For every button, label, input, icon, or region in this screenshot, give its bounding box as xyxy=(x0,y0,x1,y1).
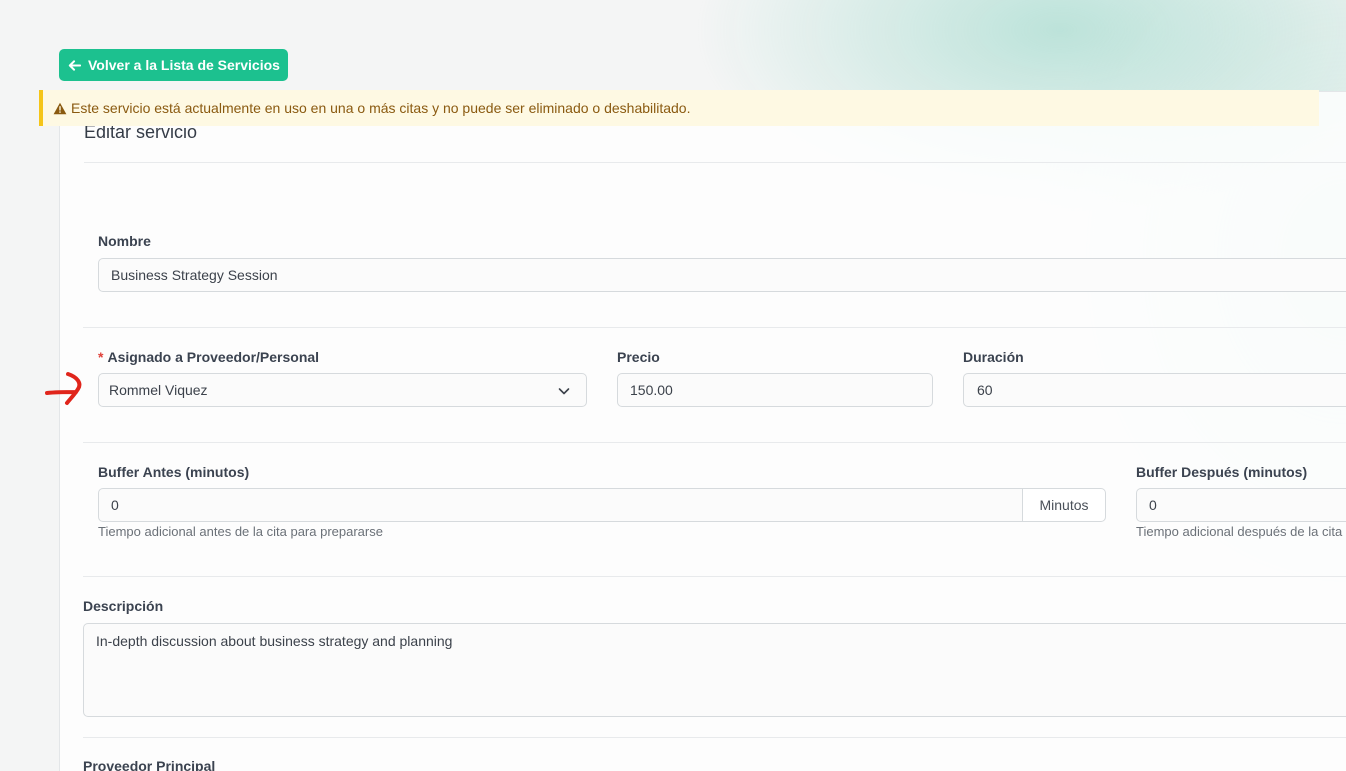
main-provider-label: Proveedor Principal xyxy=(83,758,216,771)
duration-field[interactable]: 60 xyxy=(963,373,1346,407)
description-textarea[interactable]: In-depth discussion about business strat… xyxy=(83,623,1346,717)
arrow-left-icon xyxy=(68,59,81,71)
divider xyxy=(83,442,1346,443)
price-label: Precio xyxy=(617,349,660,365)
minutes-addon: Minutos xyxy=(1022,488,1106,522)
back-to-services-button[interactable]: Volver a la Lista de Servicios xyxy=(59,49,288,81)
description-label: Descripción xyxy=(83,598,164,614)
price-field[interactable]: 150.00 xyxy=(617,373,933,407)
buffer-before-value: 0 xyxy=(111,497,119,513)
provider-value: Rommel Viquez xyxy=(109,382,208,398)
buffer-before-help: Tiempo adicional antes de la cita para p… xyxy=(98,524,383,539)
buffer-after-help: Tiempo adicional después de la cita xyxy=(1136,524,1343,539)
divider xyxy=(84,162,1346,163)
divider xyxy=(83,327,1346,328)
warning-icon xyxy=(53,102,67,114)
name-value: Business Strategy Session xyxy=(111,267,278,283)
required-mark: * xyxy=(98,349,104,365)
alert-text: Este servicio está actualmente en uso en… xyxy=(71,100,691,116)
duration-label: Duración xyxy=(963,349,1024,365)
provider-label: * Asignado a Proveedor/Personal xyxy=(98,349,319,365)
provider-label-text: Asignado a Proveedor/Personal xyxy=(107,349,320,365)
buffer-before-label: Buffer Antes (minutos) xyxy=(98,464,250,480)
annotation-arrow-icon xyxy=(45,372,82,405)
buffer-after-label: Buffer Después (minutos) xyxy=(1136,464,1308,480)
buffer-before-field[interactable]: 0 xyxy=(98,488,1023,522)
name-label: Nombre xyxy=(98,233,151,249)
provider-select[interactable]: Rommel Viquez xyxy=(98,373,587,407)
in-use-alert: Este servicio está actualmente en uso en… xyxy=(39,90,1319,126)
divider xyxy=(83,576,1346,577)
name-field[interactable]: Business Strategy Session xyxy=(98,258,1346,292)
buffer-after-field[interactable]: 0 xyxy=(1136,488,1346,522)
buffer-after-value: 0 xyxy=(1149,497,1157,513)
price-value: 150.00 xyxy=(630,382,673,398)
chevron-down-icon xyxy=(558,388,570,395)
description-value: In-depth discussion about business strat… xyxy=(96,633,453,649)
divider xyxy=(83,737,1346,738)
back-button-label: Volver a la Lista de Servicios xyxy=(88,57,280,73)
duration-value: 60 xyxy=(977,382,993,398)
